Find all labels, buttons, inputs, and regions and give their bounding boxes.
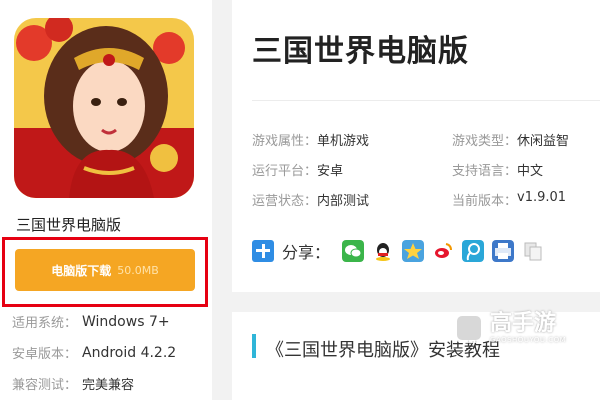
attr-value: 安卓 <box>317 164 344 179</box>
watermark-logo-icon <box>454 313 484 343</box>
attr-value: 中文 <box>517 164 544 179</box>
section-accent-bar <box>252 334 256 358</box>
attr-label: 支持语言： <box>452 164 518 179</box>
download-button-label: 电脑版下载 <box>51 263 112 278</box>
attr-game-type: 游戏类型： 休闲益智 <box>452 130 569 149</box>
attr-version: 当前版本： v1.9.01 <box>452 190 566 209</box>
attr-value: 单机游戏 <box>317 134 370 149</box>
share-bar: 分享： <box>252 236 544 266</box>
info-label: 兼容测试： <box>12 378 78 393</box>
qq-icon[interactable] <box>372 240 395 262</box>
download-highlight-frame: 电脑版下载 50.0MB <box>2 237 208 307</box>
attr-label: 运营状态： <box>252 194 318 209</box>
copy-icon[interactable] <box>522 240 544 262</box>
attr-label: 游戏属性： <box>252 134 318 149</box>
attr-language: 支持语言： 中文 <box>452 160 543 179</box>
print-icon[interactable] <box>492 240 515 262</box>
watermark-brand: 高手游 <box>490 311 557 336</box>
attr-label: 游戏类型： <box>452 134 518 149</box>
tencent-weibo-icon[interactable] <box>462 240 485 262</box>
game-detail-card: 三国世界电脑版 游戏属性： 单机游戏 游戏类型： 休闲益智 运行平台： 安卓 支… <box>232 0 600 292</box>
share-plus-icon[interactable] <box>252 240 274 262</box>
attr-label: 运行平台： <box>252 164 318 179</box>
info-row-compat: 兼容测试： 完美兼容 <box>12 368 176 399</box>
watermark-url: GAOSHOUYOU.COM <box>490 336 567 344</box>
info-row-system: 适用系统： Windows 7+ <box>12 306 176 337</box>
attr-status: 运营状态： 内部测试 <box>252 190 369 209</box>
attr-game-property: 游戏属性： 单机游戏 <box>252 130 369 149</box>
app-sidebar-card: 三国世界电脑版 电脑版下载 50.0MB 适用系统： Windows 7+ 安卓… <box>0 0 212 400</box>
info-value: Android 4.2.2 <box>82 344 177 361</box>
attr-value: v1.9.01 <box>517 190 567 205</box>
info-value: 完美兼容 <box>82 378 135 393</box>
attr-value: 内部测试 <box>317 194 370 209</box>
attr-platform: 运行平台： 安卓 <box>252 160 343 179</box>
share-label: 分享： <box>282 243 331 262</box>
download-size: 50.0MB <box>117 263 159 277</box>
wechat-icon[interactable] <box>342 240 365 262</box>
compat-info-list: 适用系统： Windows 7+ 安卓版本： Android 4.2.2 兼容测… <box>12 306 176 399</box>
attr-value: 休闲益智 <box>517 134 570 149</box>
divider <box>252 100 600 101</box>
app-name: 三国世界电脑版 <box>16 216 122 234</box>
weibo-icon[interactable] <box>432 240 455 262</box>
info-row-android: 安卓版本： Android 4.2.2 <box>12 337 176 368</box>
info-label: 适用系统： <box>12 316 78 331</box>
info-value: Windows 7+ <box>82 313 170 330</box>
pc-download-button[interactable]: 电脑版下载 50.0MB <box>15 249 195 291</box>
attr-label: 当前版本： <box>452 194 518 209</box>
page-title: 三国世界电脑版 <box>252 34 469 69</box>
app-icon-image[interactable] <box>14 18 194 198</box>
qzone-icon[interactable] <box>402 240 425 262</box>
brand-watermark: 高手游 GAOSHOUYOU.COM <box>454 306 580 350</box>
info-label: 安卓版本： <box>12 347 78 362</box>
